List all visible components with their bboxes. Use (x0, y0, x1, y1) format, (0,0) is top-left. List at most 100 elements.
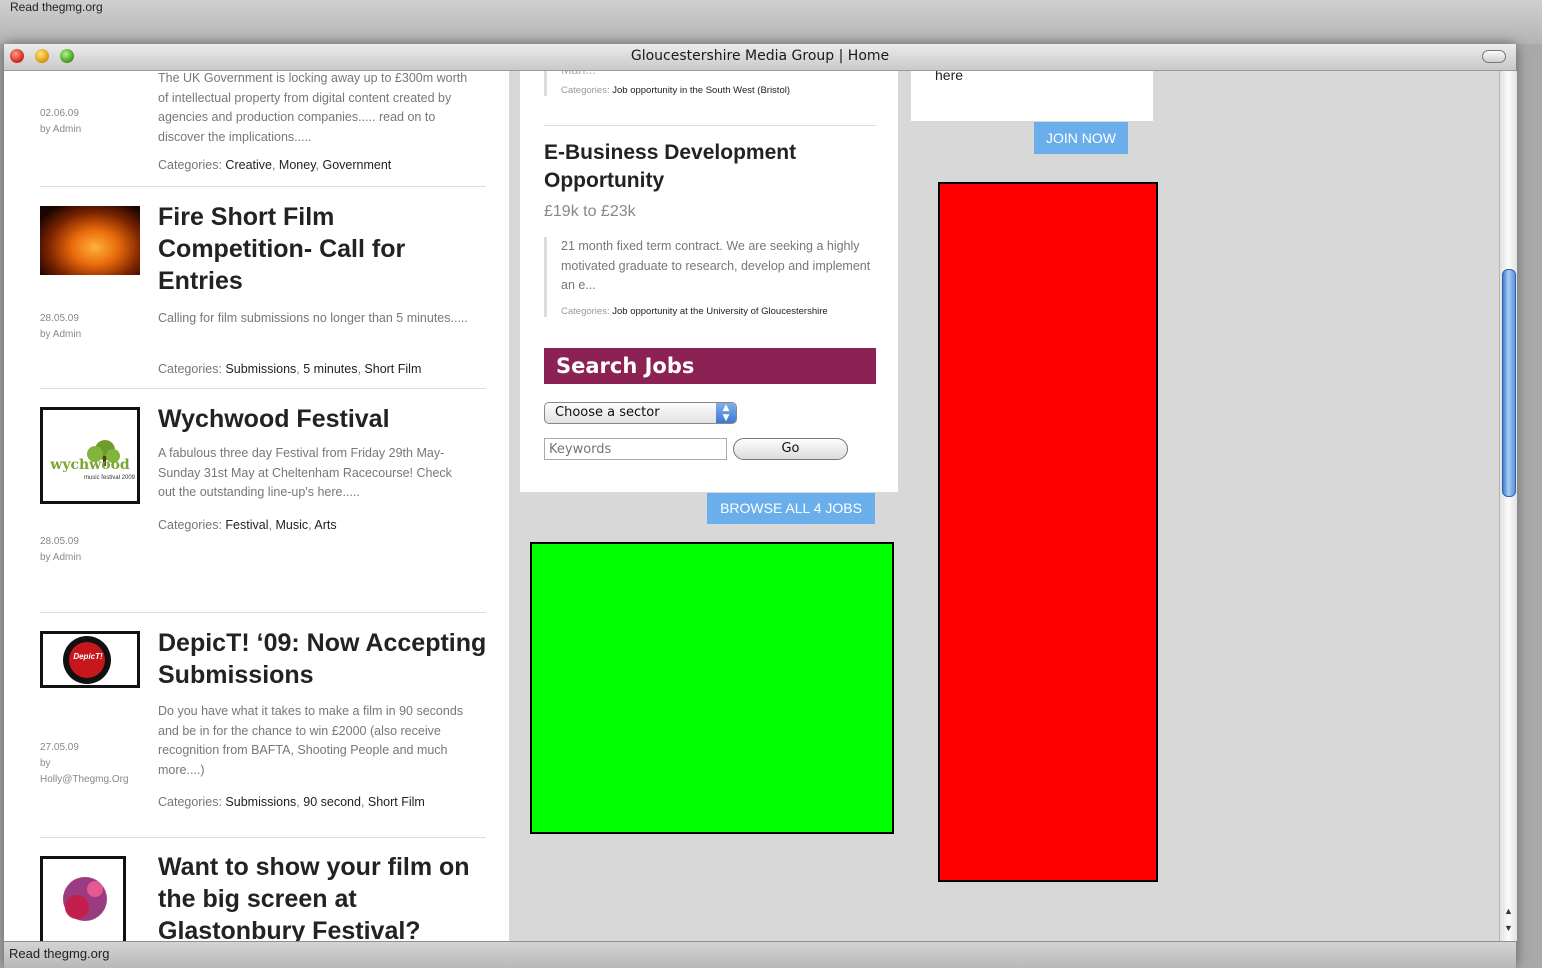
category-link[interactable]: Festival (225, 518, 268, 532)
category-link[interactable]: Money (279, 158, 316, 172)
post-divider (40, 837, 486, 838)
job-description: Man... (561, 71, 876, 81)
membership-text-fragment: here (935, 71, 964, 83)
glastonbury-thumbnail-image[interactable] (40, 856, 126, 941)
post-meta: 28.05.09 by Admin (40, 311, 150, 343)
post-author: by (40, 758, 51, 769)
categories-label: Categories: (561, 305, 610, 317)
post-categories: Categories: Submissions, 5 minutes, Shor… (158, 362, 422, 376)
glastonbury-logo-icon (63, 877, 107, 921)
news-post: Want to show your film on the big screen… (40, 851, 486, 941)
title-bar[interactable]: Gloucestershire Media Group | Home (4, 44, 1516, 71)
category-link[interactable]: 90 second (303, 795, 361, 809)
post-title[interactable]: Wychwood Festival (158, 403, 488, 435)
job-categories: Categories: Job opportunity at the Unive… (561, 306, 876, 317)
categories-label: Categories: (158, 362, 222, 376)
news-post: DepicT! DepicT! ‘09: Now Accepting Submi… (40, 627, 486, 847)
window-title: Gloucestershire Media Group | Home (630, 48, 890, 64)
vertical-scrollbar[interactable]: ▲ ▼ (1499, 71, 1517, 941)
job-listing: E-Business Development Opportunity £19k … (544, 139, 876, 317)
post-title[interactable]: Want to show your film on the big screen… (158, 851, 493, 941)
post-meta: 27.05.09 by Holly@Thegmg.Org (40, 740, 150, 788)
scroll-down-arrow-icon[interactable]: ▼ (1504, 923, 1513, 933)
sector-select-value: Choose a sector (555, 405, 660, 420)
post-meta: 28.05.09 by Admin (40, 534, 150, 566)
depict-logo-image[interactable]: DepicT! (40, 631, 140, 688)
news-post: wychwood music festival 2009 Wychwood Fe… (40, 403, 486, 603)
post-divider (40, 612, 486, 613)
depict-logo-text: DepicT! (73, 652, 103, 661)
go-button[interactable]: Go (733, 438, 848, 460)
categories-label: Categories: (158, 518, 222, 532)
join-now-button[interactable]: JOIN NOW (1034, 122, 1128, 154)
news-column: The UK Government is locking away up to … (4, 71, 509, 941)
category-link[interactable]: Arts (314, 518, 336, 532)
categories-label: Categories: (158, 158, 222, 172)
top-status-text: Read thegmg.org (10, 0, 103, 14)
category-link[interactable]: 5 minutes (303, 362, 357, 376)
keywords-input[interactable] (544, 438, 727, 460)
sector-select[interactable]: Choose a sector ▲ ▼ (544, 402, 737, 424)
job-salary: £19k to £23k (544, 203, 636, 220)
post-excerpt: Do you have what it takes to make a film… (158, 704, 464, 777)
wychwood-logo-image[interactable]: wychwood music festival 2009 (40, 407, 140, 504)
category-link[interactable]: Short Film (364, 362, 421, 376)
category-link[interactable]: Government (322, 158, 391, 172)
membership-box: here (911, 71, 1153, 121)
post-categories: Categories: Creative, Money, Government (158, 158, 392, 172)
red-ad-placeholder[interactable] (938, 182, 1158, 882)
post-author: by Admin (40, 124, 82, 135)
post-excerpt: A fabulous three day Festival from Frida… (158, 446, 452, 499)
scrollbar-thumb[interactable] (1502, 269, 1516, 497)
wychwood-tree-icon (87, 440, 120, 466)
scroll-up-arrow-icon[interactable]: ▲ (1504, 906, 1513, 916)
job-divider (544, 125, 876, 126)
post-categories: Categories: Submissions, 90 second, Shor… (158, 795, 425, 809)
job-category-link[interactable]: Job opportunity at the University of Glo… (612, 306, 827, 317)
job-categories: Categories: Job opportunity in the South… (561, 85, 876, 96)
job-quote: Man... Categories: Job opportunity in th… (544, 71, 876, 96)
post-date: 28.05.09 (40, 313, 79, 324)
post-categories: Categories: Festival, Music, Arts (158, 518, 337, 532)
post-excerpt: The UK Government is locking away up to … (158, 71, 468, 144)
category-link[interactable]: Submissions (225, 362, 296, 376)
top-status-strip: Read thegmg.org (0, 0, 1542, 44)
green-ad-placeholder[interactable] (530, 542, 894, 834)
post-meta: 02.06.09 by Admin (40, 106, 150, 138)
job-category-link[interactable]: Job opportunity in the South West (Brist… (612, 85, 790, 96)
post-title[interactable]: Fire Short Film Competition- Call for En… (158, 201, 488, 297)
status-bar: Read thegmg.org (4, 941, 1516, 968)
category-link[interactable]: Music (275, 518, 308, 532)
post-author-email: Holly@Thegmg.Org (40, 774, 129, 785)
news-post: Fire Short Film Competition- Call for En… (40, 201, 486, 381)
search-jobs-heading: Search Jobs (544, 348, 876, 384)
wychwood-logo-text: wychwood (50, 457, 130, 473)
jobs-panel: Man... Categories: Job opportunity in th… (520, 71, 898, 492)
post-author: by Admin (40, 329, 82, 340)
select-arrows-icon: ▲ ▼ (716, 403, 736, 423)
category-link[interactable]: Submissions (225, 795, 296, 809)
fire-thumbnail-image[interactable] (40, 206, 140, 275)
category-link[interactable]: Short Film (368, 795, 425, 809)
browse-all-jobs-button[interactable]: BROWSE ALL 4 JOBS (707, 493, 875, 524)
post-author: by Admin (40, 552, 82, 563)
status-text: Read thegmg.org (9, 946, 110, 961)
post-date: 27.05.09 (40, 742, 79, 753)
browser-window: Gloucestershire Media Group | Home The U… (4, 44, 1517, 968)
post-excerpt: Calling for film submissions no longer t… (158, 311, 468, 325)
post-title[interactable]: DepicT! ‘09: Now Accepting Submissions (158, 627, 488, 691)
post-divider (40, 388, 486, 389)
job-title[interactable]: E-Business Development Opportunity (544, 139, 876, 195)
category-link[interactable]: Creative (225, 158, 272, 172)
wychwood-logo-subtext: music festival 2009 (83, 475, 135, 481)
post-divider (40, 186, 486, 187)
post-date: 02.06.09 (40, 108, 79, 119)
categories-label: Categories: (158, 795, 222, 809)
categories-label: Categories: (561, 84, 610, 96)
job-quote: 21 month fixed term contract. We are see… (544, 237, 876, 317)
job-description: 21 month fixed term contract. We are see… (561, 239, 871, 292)
post-date: 28.05.09 (40, 536, 79, 547)
page-content: The UK Government is locking away up to … (4, 71, 1499, 941)
toolbar-toggle-button[interactable] (1482, 50, 1506, 63)
news-post: The UK Government is locking away up to … (40, 71, 486, 189)
